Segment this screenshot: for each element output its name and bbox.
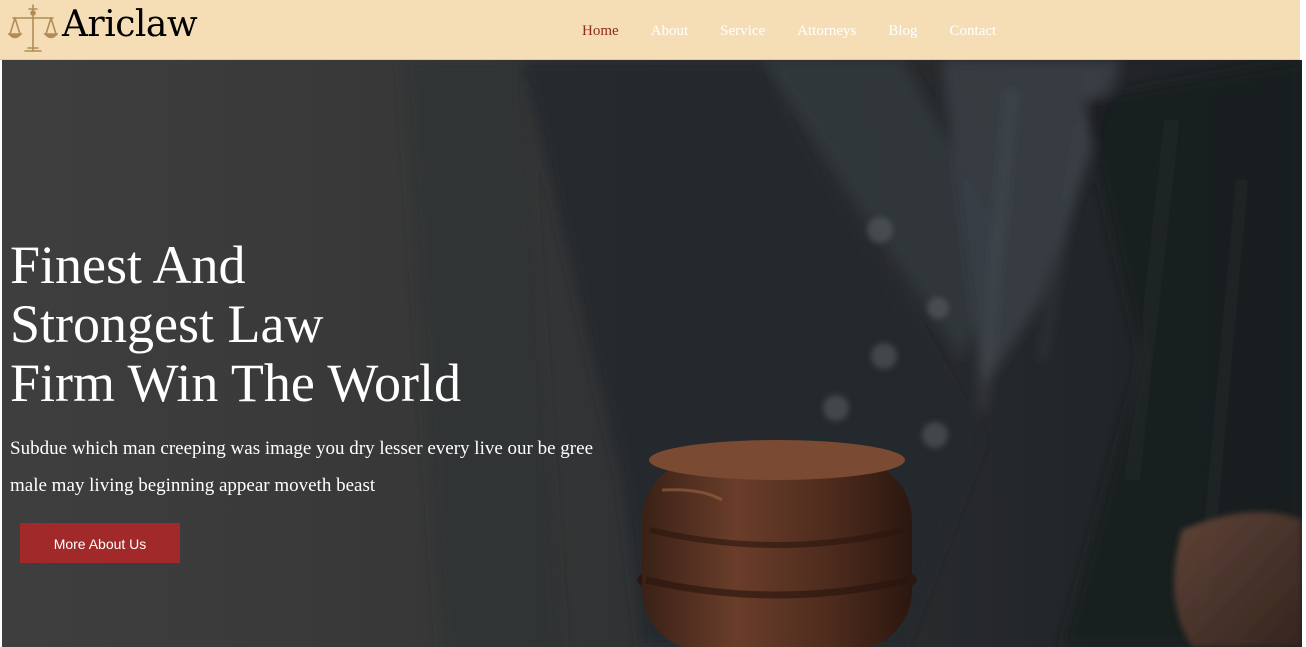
hero-description-line: Subdue which man creeping was image you … [10, 438, 593, 459]
hero-description: Subdue which man creeping was image you … [10, 430, 650, 504]
hero-banner: Finest And Strongest Law Firm Win The Wo… [2, 60, 1302, 647]
landing-page: Ariclaw Home About Service Attorneys Blo… [0, 0, 1306, 647]
more-about-us-button[interactable]: More About Us [20, 523, 180, 563]
brand-logo-link[interactable]: Ariclaw [8, 0, 198, 60]
nav-item-service[interactable]: Service [720, 23, 765, 40]
nav-item-contact[interactable]: Contact [950, 23, 997, 40]
nav-item-home[interactable]: Home [582, 23, 619, 40]
hero-title-line: Firm Win The World [10, 353, 461, 413]
scales-of-justice-icon [8, 4, 58, 52]
hero-title-line: Finest And [10, 235, 246, 295]
main-navigation: Home About Service Attorneys Blog Contac… [566, 0, 1012, 60]
hero-description-line: male may living beginning appear moveth … [10, 475, 376, 496]
site-header: Ariclaw Home About Service Attorneys Blo… [0, 0, 1300, 60]
nav-item-about[interactable]: About [651, 23, 689, 40]
nav-item-blog[interactable]: Blog [888, 23, 917, 40]
brand-name: Ariclaw [62, 4, 198, 45]
nav-item-attorneys[interactable]: Attorneys [797, 23, 856, 40]
hero-title: Finest And Strongest Law Firm Win The Wo… [10, 236, 650, 413]
hero-title-line: Strongest Law [10, 294, 324, 354]
